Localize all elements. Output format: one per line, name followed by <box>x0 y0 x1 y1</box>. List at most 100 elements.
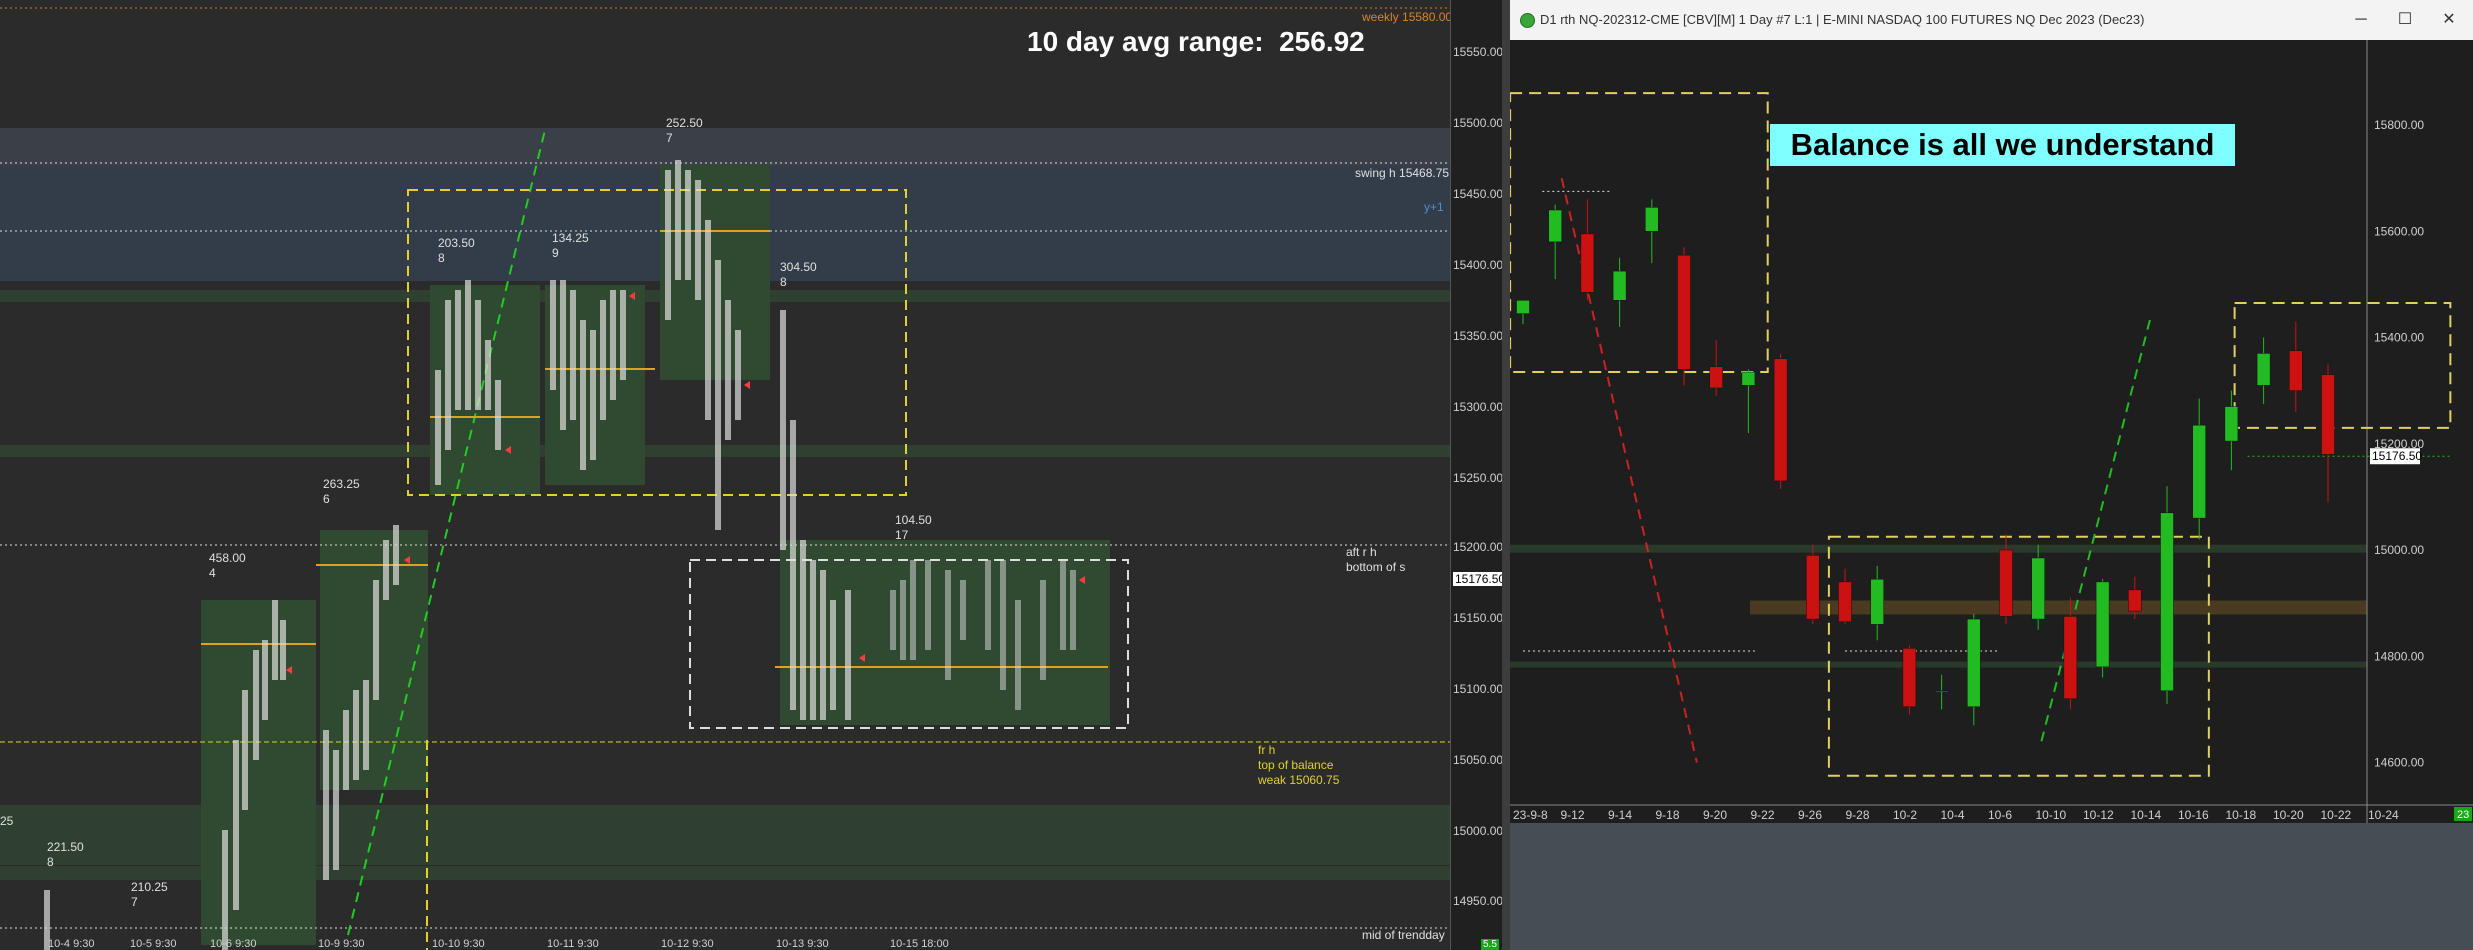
date-tick-label: 10-18 <box>2226 808 2257 822</box>
profile-tpo-count: 7 <box>131 895 138 909</box>
pane-separator[interactable] <box>1502 0 1510 950</box>
left-price-axis[interactable]: 15550.00 15500.00 15450.00 15400.00 1535… <box>1450 0 1502 950</box>
candle-body <box>1645 207 1659 232</box>
left-edge-label: 25 <box>0 814 14 828</box>
price-tick-label: 15800.00 <box>2374 118 2424 132</box>
profile-label: 210.25 7 <box>131 880 168 910</box>
candle-body <box>2095 581 2110 668</box>
price-tick: 15200.00 <box>1453 540 1502 554</box>
date-label: 10-12 9:30 <box>661 938 714 950</box>
price-tick: 15000.00 <box>1453 824 1502 838</box>
corner-badge: 23 <box>2457 809 2469 821</box>
date-tick-label: 9-26 <box>1798 808 1822 822</box>
profile-range: 252.50 <box>666 116 703 130</box>
left-date-axis: 10-4 9:30 10-5 9:30 10-6 9:30 10-9 9:30 … <box>0 938 1450 950</box>
candle-body <box>1709 366 1723 389</box>
profile-label: 263.25 6 <box>323 477 360 507</box>
date-tick-label: 10-6 <box>1988 808 2012 822</box>
profile-tpo-count: 7 <box>666 131 673 145</box>
profile-tpo-count: 4 <box>209 566 216 580</box>
candle-body <box>1838 581 1852 622</box>
candle-body <box>2192 424 2206 519</box>
weak-label: weak 15060.75 <box>1258 773 1340 787</box>
daily-chart-window[interactable]: D1 rth NQ-202312-CME [CBV][M] 1 Day #7 L… <box>1510 0 2473 950</box>
candle-body <box>1967 618 1981 707</box>
window-empty-area <box>1510 823 2473 950</box>
candle-body <box>2256 353 2271 386</box>
candle-body <box>2031 557 2045 620</box>
price-tick: 15550.00 <box>1453 45 1502 59</box>
profile-tpo-count: 9 <box>552 246 559 260</box>
candle-body <box>1934 690 1949 693</box>
profile-tpo-count: 17 <box>895 528 909 542</box>
current-price-tag: 15176.50 <box>1453 572 1502 586</box>
candle-body <box>2063 616 2078 699</box>
profile-label: 203.50 8 <box>438 236 475 266</box>
date-tick-label: 10-22 <box>2321 808 2352 822</box>
price-tick: 15450.00 <box>1453 187 1502 201</box>
close-button[interactable]: ✕ <box>2434 8 2464 32</box>
bottom-of-s-label: bottom of s <box>1346 560 1406 574</box>
profile-label: 104.50 17 <box>895 513 932 543</box>
profile-range: 304.50 <box>780 260 817 274</box>
support-band <box>1510 661 2367 668</box>
date-tick-label: 9-12 <box>1561 808 1585 822</box>
date-tick-label: 23-9-8 <box>1513 808 1548 822</box>
profile-range: 104.50 <box>895 513 932 527</box>
window-titlebar[interactable]: D1 rth NQ-202312-CME [CBV][M] 1 Day #7 L… <box>1510 0 2473 41</box>
date-tick-label: 10-10 <box>2036 808 2067 822</box>
date-label: 10-11 9:30 <box>547 938 599 950</box>
date-tick-label: 10-24 <box>2368 808 2399 822</box>
profile-tpo-count: 8 <box>438 251 445 265</box>
profile-label: 458.00 4 <box>209 551 246 581</box>
price-tick-label: 15400.00 <box>2374 331 2424 345</box>
supply-zone-top <box>0 128 1450 166</box>
candle-body <box>1741 371 1756 386</box>
tpo-chart-canvas[interactable] <box>0 0 1502 950</box>
support-band <box>1510 544 2367 553</box>
profile-range: 210.25 <box>131 880 168 894</box>
candle-body <box>2128 589 2142 612</box>
price-tick: 15300.00 <box>1453 400 1502 414</box>
price-tick: 15250.00 <box>1453 471 1502 485</box>
candle-body <box>1677 254 1691 370</box>
date-label: 10-10 9:30 <box>432 938 485 950</box>
price-tick: 15150.00 <box>1453 611 1502 625</box>
maximize-button[interactable]: ☐ <box>2390 8 2420 32</box>
candle-body <box>1806 555 1820 620</box>
date-label: 10-9 9:30 <box>318 938 365 950</box>
fr-h-label: fr h <box>1258 743 1276 757</box>
date-tick-label: 9-28 <box>1846 808 1870 822</box>
aft-rh-label: aft r h <box>1346 545 1377 559</box>
green-band <box>0 445 1450 457</box>
profile-range: 203.50 <box>438 236 475 250</box>
y-plus-label: y+1 <box>1424 200 1444 214</box>
price-tick-label: 14800.00 <box>2374 649 2424 663</box>
profile-tpo-count: 8 <box>47 855 54 869</box>
price-tick: 14950.00 <box>1453 894 1502 908</box>
daily-chart-area[interactable]: 15800.00 15600.00 15400.00 15200.00 15000.00… <box>1510 40 2473 823</box>
weekly-label: weekly 15580.00 <box>1362 10 1453 24</box>
tpo-chart-panel[interactable]: 221.50 8 210.25 7 458.00 4 263.25 6 203.… <box>0 0 1502 950</box>
swing-high-label: swing h 15468.75 <box>1355 166 1450 180</box>
date-tick-label: 9-14 <box>1608 808 1632 822</box>
profile-range: 458.00 <box>209 551 246 565</box>
top-of-balance-label: top of balance <box>1258 758 1334 772</box>
date-label: 10-4 9:30 <box>48 938 95 950</box>
date-tick-label: 10-2 <box>1893 808 1917 822</box>
price-tick-label: 14600.00 <box>2374 756 2424 770</box>
price-tick: 15050.00 <box>1453 753 1502 767</box>
window-title: D1 rth NQ-202312-CME [CBV][M] 1 Day #7 L… <box>1540 12 2145 27</box>
candle-body <box>2321 374 2335 455</box>
date-label: 10-5 9:30 <box>130 938 177 950</box>
price-tick: 15350.00 <box>1453 329 1502 343</box>
candle-body <box>2160 512 2174 692</box>
profile-tpo-count: 6 <box>323 492 330 506</box>
candle-body <box>1580 233 1595 293</box>
profile-range: 134.25 <box>552 231 589 245</box>
balance-overlay-text: Balance is all we understand <box>1770 124 2235 166</box>
minimize-button[interactable]: ─ <box>2346 8 2376 32</box>
candle-body <box>1612 270 1627 301</box>
date-tick-label: 10-20 <box>2273 808 2304 822</box>
price-tick: 15400.00 <box>1453 258 1502 272</box>
